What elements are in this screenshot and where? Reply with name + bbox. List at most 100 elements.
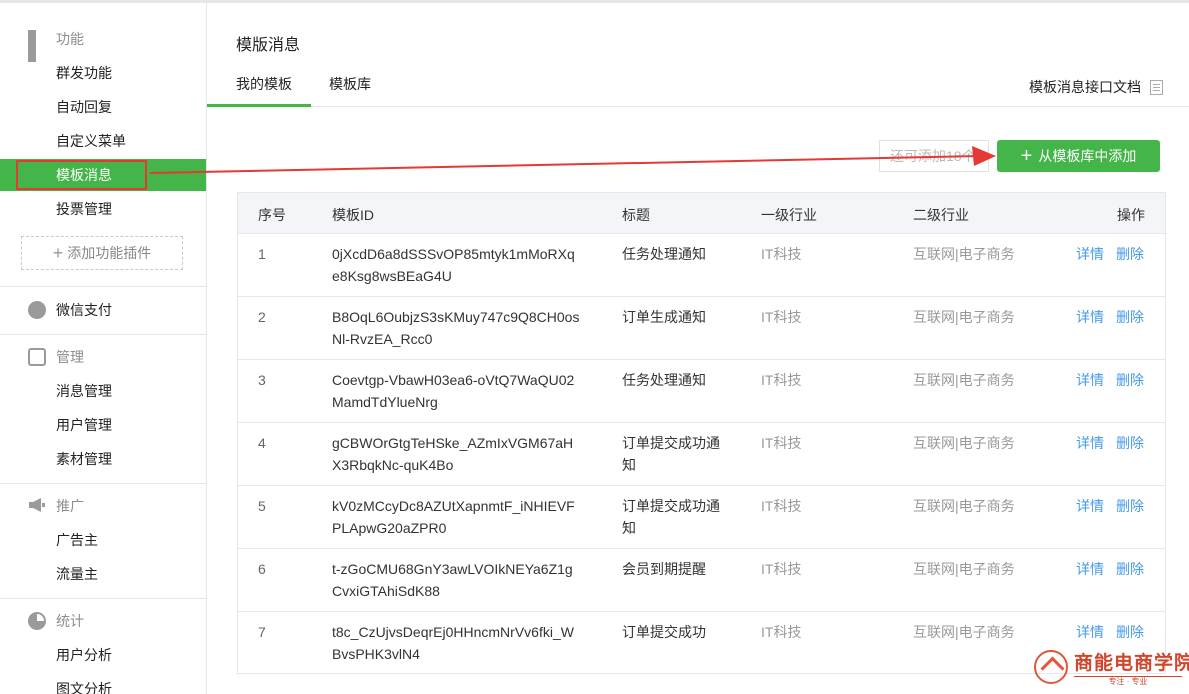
cell-industry-1: IT科技 bbox=[761, 498, 802, 514]
sidebar-group-label: 微信支付 bbox=[56, 302, 112, 318]
sidebar-item-user-management[interactable]: 用户管理 bbox=[0, 409, 206, 441]
pie-chart-icon bbox=[28, 612, 46, 630]
delete-link[interactable]: 删除 bbox=[1116, 369, 1144, 391]
sidebar-group-promotion: 推广 bbox=[28, 496, 84, 516]
cell-template-id: t8c_CzUjvsDeqrEj0HHncmNrVv6fki_WBvsPHK3v… bbox=[332, 624, 574, 662]
sidebar-group-label: 统计 bbox=[56, 613, 84, 629]
cell-index: 4 bbox=[258, 435, 266, 451]
remaining-count: 还可添加18个 bbox=[879, 140, 989, 172]
tab-my-templates[interactable]: 我的模板 bbox=[236, 74, 292, 94]
page-title: 模版消息 bbox=[236, 37, 301, 54]
grid-icon bbox=[28, 30, 46, 62]
detail-link[interactable]: 详情 bbox=[1076, 495, 1104, 517]
cell-title: 订单提交成功通知 bbox=[622, 435, 720, 473]
cell-index: 1 bbox=[258, 246, 266, 262]
document-icon bbox=[1150, 79, 1163, 95]
cell-template-id: 0jXcdD6a8dSSSvOP85mtyk1mMoRXqe8Ksg8wsBEa… bbox=[332, 246, 575, 284]
cell-industry-2: 互联网|电子商务 bbox=[913, 309, 1015, 325]
sidebar-group-management: 管理 bbox=[28, 347, 84, 367]
cell-title: 订单生成通知 bbox=[622, 309, 706, 325]
cell-template-id: B8OqL6OubjzS3sKMuy747c9Q8CH0osNl-RvzEA_R… bbox=[332, 309, 580, 347]
cell-index: 2 bbox=[258, 309, 266, 325]
table-row: 6 t-zGoCMU68GnY3awLVOIkNEYa6Z1gCvxiGTAhiS… bbox=[238, 549, 1165, 612]
sidebar-group-label: 功能 bbox=[56, 31, 84, 47]
sidebar-item-material-management[interactable]: 素材管理 bbox=[0, 443, 206, 475]
delete-link[interactable]: 删除 bbox=[1116, 621, 1144, 643]
sidebar-group-wechat-pay[interactable]: 微信支付 bbox=[28, 300, 112, 320]
sidebar-item-publisher[interactable]: 流量主 bbox=[0, 558, 206, 590]
table-header: 序号 模板ID 标题 一级行业 二级行业 操作 bbox=[238, 193, 1165, 234]
tab-template-library[interactable]: 模板库 bbox=[329, 74, 371, 94]
header-industry-1: 一级行业 bbox=[761, 207, 817, 223]
sidebar-item-auto-reply[interactable]: 自动回复 bbox=[0, 91, 206, 123]
detail-link[interactable]: 详情 bbox=[1076, 621, 1104, 643]
add-from-library-label: 从模板库中添加 bbox=[1038, 148, 1137, 164]
wechat-pay-icon bbox=[28, 301, 46, 319]
cell-title: 订单提交成功通知 bbox=[622, 498, 720, 536]
sidebar-item-template-message[interactable]: 模板消息 bbox=[0, 159, 206, 191]
table-row: 2 B8OqL6OubjzS3sKMuy747c9Q8CH0osNl-RvzEA_… bbox=[238, 297, 1165, 360]
cell-template-id: gCBWOrGtgTeHSke_AZmIxVGM67aHX3RbqkNc-quK… bbox=[332, 435, 574, 473]
detail-link[interactable]: 详情 bbox=[1076, 369, 1104, 391]
detail-link[interactable]: 详情 bbox=[1076, 243, 1104, 265]
sidebar-divider bbox=[0, 483, 206, 484]
table-row: 1 0jXcdD6a8dSSSvOP85mtyk1mMoRXqe8Ksg8wsBE… bbox=[238, 234, 1165, 297]
header-title: 标题 bbox=[622, 207, 650, 223]
sidebar-divider bbox=[0, 334, 206, 335]
add-plugin-button[interactable]: + 添加功能插件 bbox=[21, 236, 183, 270]
sidebar-item-custom-menu[interactable]: 自定义菜单 bbox=[0, 125, 206, 157]
template-table: 序号 模板ID 标题 一级行业 二级行业 操作 1 0jXcdD6a8dSSSvO… bbox=[237, 192, 1166, 674]
cell-template-id: t-zGoCMU68GnY3awLVOIkNEYa6Z1gCvxiGTAhiSd… bbox=[332, 561, 573, 599]
delete-link[interactable]: 删除 bbox=[1116, 558, 1144, 580]
detail-link[interactable]: 详情 bbox=[1076, 558, 1104, 580]
header-actions: 操作 bbox=[1117, 207, 1145, 223]
api-doc-link[interactable]: 模板消息接口文档 bbox=[1029, 77, 1163, 97]
cell-title: 任务处理通知 bbox=[622, 372, 706, 388]
sidebar-item-mass-send[interactable]: 群发功能 bbox=[0, 57, 206, 89]
sidebar-item-message-management[interactable]: 消息管理 bbox=[0, 375, 206, 407]
watermark-name: 商能电商学院 bbox=[1074, 652, 1189, 674]
sidebar: 功能 群发功能 自动回复 自定义菜单 模板消息 投票管理 + 添加功能插件 微信… bbox=[0, 3, 207, 694]
sidebar-group-statistics: 统计 bbox=[28, 611, 84, 631]
sidebar-item-user-analysis[interactable]: 用户分析 bbox=[0, 639, 206, 671]
cell-industry-1: IT科技 bbox=[761, 435, 802, 451]
cell-industry-2: 互联网|电子商务 bbox=[913, 624, 1015, 640]
plus-icon: + bbox=[52, 242, 64, 263]
cell-industry-1: IT科技 bbox=[761, 624, 802, 640]
delete-link[interactable]: 删除 bbox=[1116, 243, 1144, 265]
sidebar-item-advertiser[interactable]: 广告主 bbox=[0, 524, 206, 556]
cell-industry-2: 互联网|电子商务 bbox=[913, 498, 1015, 514]
cell-title: 订单提交成功 bbox=[622, 624, 706, 640]
watermark: 商能电商学院 专注 · 专业 bbox=[1034, 648, 1189, 688]
cell-index: 6 bbox=[258, 561, 266, 577]
detail-link[interactable]: 详情 bbox=[1076, 306, 1104, 328]
sidebar-item-article-analysis[interactable]: 图文分析 bbox=[0, 673, 206, 694]
add-plugin-label: 添加功能插件 bbox=[67, 245, 152, 261]
tray-icon bbox=[28, 348, 46, 366]
sidebar-divider bbox=[0, 598, 206, 599]
cell-index: 7 bbox=[258, 624, 266, 640]
add-from-library-button[interactable]: + 从模板库中添加 bbox=[997, 140, 1160, 172]
header-index: 序号 bbox=[258, 207, 286, 223]
sidebar-group-label: 管理 bbox=[56, 349, 84, 365]
cell-industry-1: IT科技 bbox=[761, 246, 802, 262]
sidebar-divider bbox=[0, 286, 206, 287]
delete-link[interactable]: 删除 bbox=[1116, 432, 1144, 454]
plus-icon: + bbox=[1020, 145, 1033, 167]
cell-industry-2: 互联网|电子商务 bbox=[913, 372, 1015, 388]
sidebar-item-vote-management[interactable]: 投票管理 bbox=[0, 193, 206, 225]
cell-title: 会员到期提醒 bbox=[622, 561, 706, 577]
api-doc-label: 模板消息接口文档 bbox=[1029, 79, 1141, 95]
detail-link[interactable]: 详情 bbox=[1076, 432, 1104, 454]
cell-industry-2: 互联网|电子商务 bbox=[913, 561, 1015, 577]
cell-template-id: Coevtgp-VbawH03ea6-oVtQ7WaQU02MamdTdYlue… bbox=[332, 372, 575, 410]
delete-link[interactable]: 删除 bbox=[1116, 306, 1144, 328]
active-tab-indicator bbox=[207, 104, 311, 107]
cell-industry-1: IT科技 bbox=[761, 372, 802, 388]
watermark-logo-icon bbox=[1034, 650, 1068, 684]
delete-link[interactable]: 删除 bbox=[1116, 495, 1144, 517]
red-highlight-box bbox=[16, 160, 147, 190]
watermark-slogan: 专注 · 专业 bbox=[1074, 676, 1182, 687]
cell-industry-2: 互联网|电子商务 bbox=[913, 246, 1015, 262]
cell-index: 5 bbox=[258, 498, 266, 514]
